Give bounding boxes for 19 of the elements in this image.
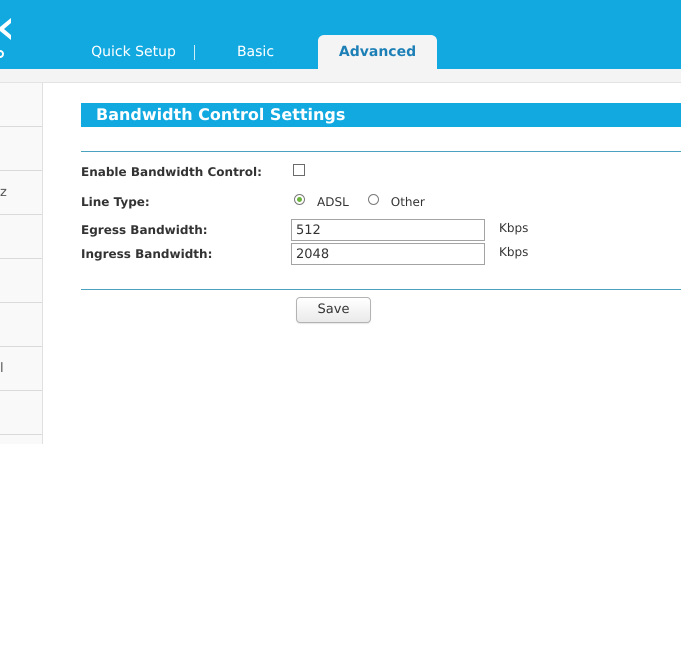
field-label: Ingress Bandwidth: [81,246,214,263]
save-button[interactable]: Save [296,297,371,323]
input-field[interactable]: 512 [291,219,485,241]
radio-label: Other [390,194,425,211]
sidebar-item[interactable]: l [0,347,42,391]
radio-label: ADSL [317,194,349,211]
field-label: Enable Bandwidth Control: [81,164,263,181]
logo-icon [0,18,11,60]
nav-tab[interactable]: Advanced [318,35,437,69]
field-label: Line Type: [81,194,151,211]
field-label: Egress Bandwidth: [81,222,209,239]
section-title: Bandwidth Control Settings [96,107,346,123]
unit-label: Kbps [499,244,528,261]
checkbox[interactable] [293,164,305,176]
radio-button[interactable] [368,194,379,205]
sidebar-item[interactable]: z [0,171,42,215]
radio-button[interactable] [294,194,305,205]
unit-label: Kbps [499,220,528,237]
input-field[interactable]: 2048 [291,243,485,265]
